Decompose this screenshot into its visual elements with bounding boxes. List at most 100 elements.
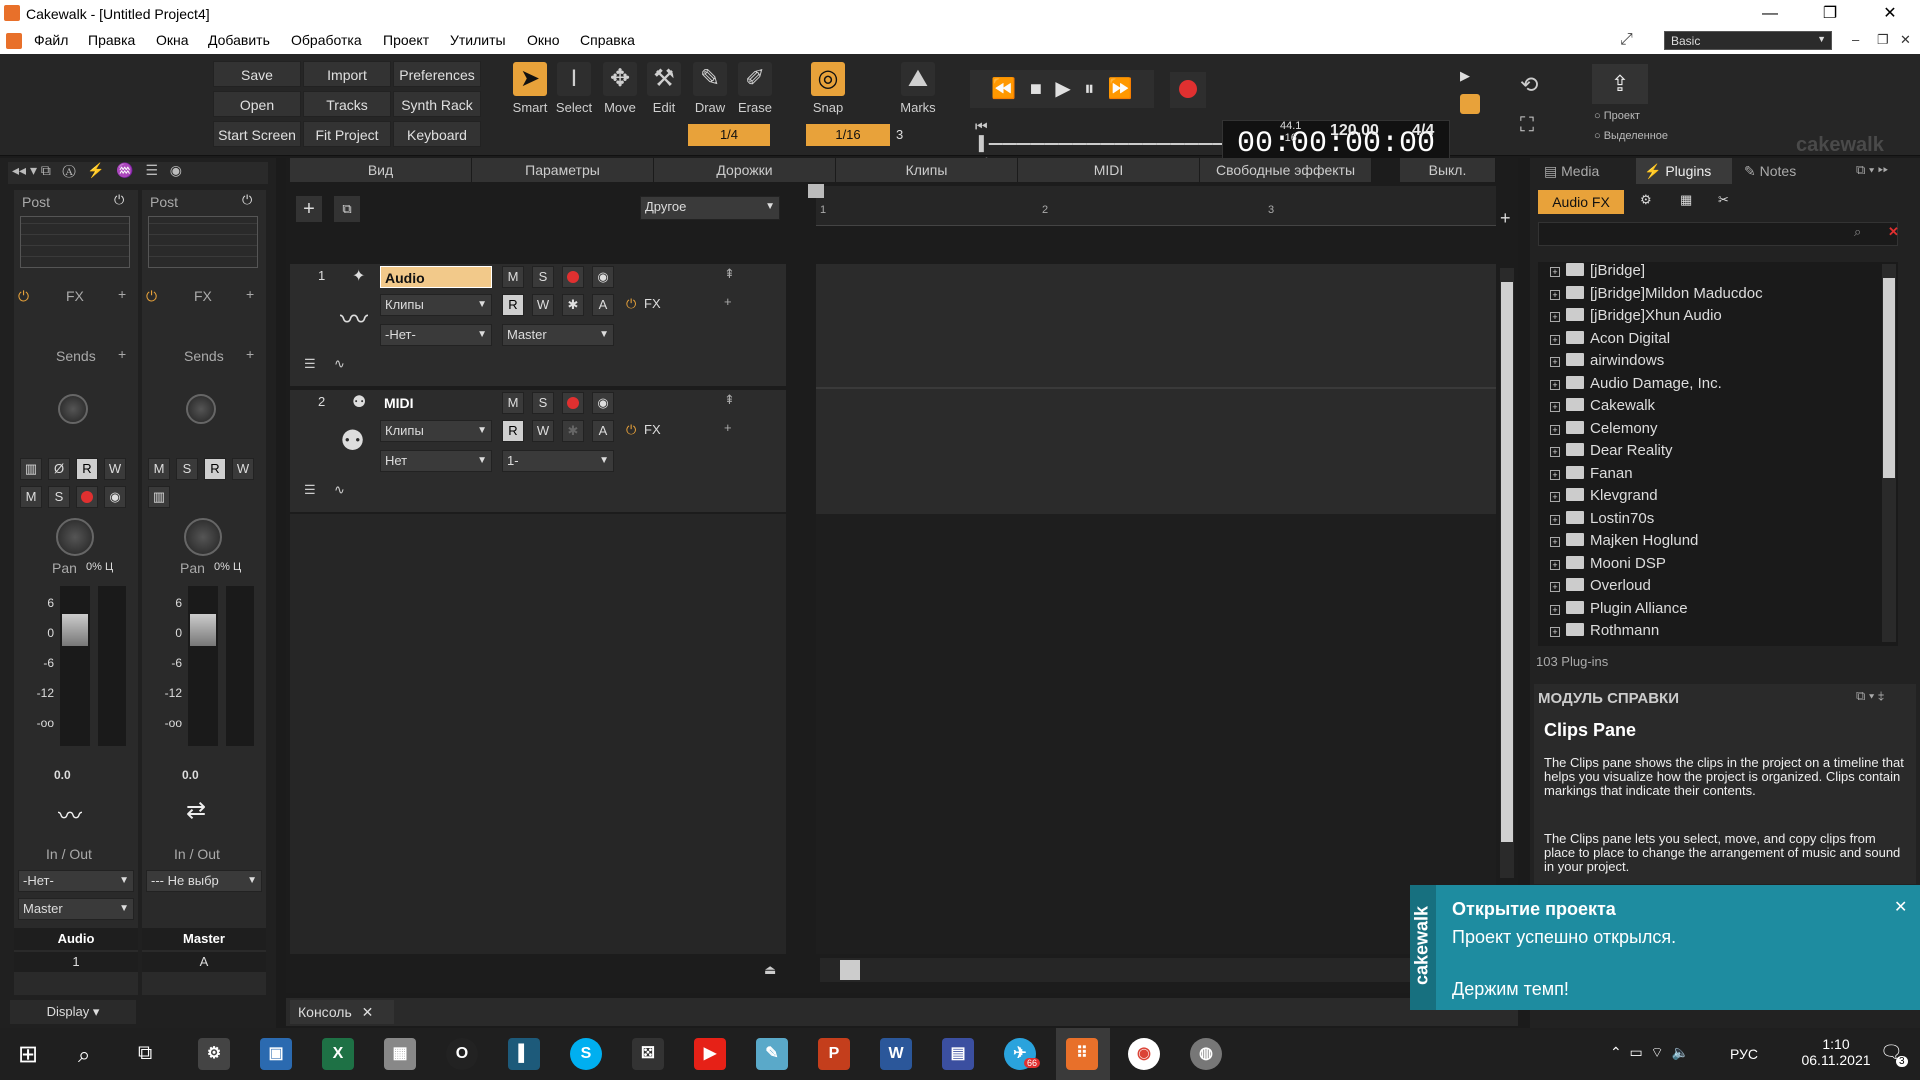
send-level-knob[interactable] — [58, 394, 88, 424]
selection-project[interactable]: ○ Проект — [1594, 110, 1640, 122]
app-calendar-icon[interactable]: ⚄ — [632, 1038, 664, 1070]
plugin-folder[interactable]: + Klevgrand — [1550, 487, 1658, 509]
tracks-button[interactable]: Tracks — [303, 91, 391, 117]
input-echo-icon[interactable]: ◉ — [104, 486, 126, 508]
settings-icon[interactable]: ⚙ — [198, 1038, 230, 1070]
expand-icon[interactable]: + — [1550, 312, 1560, 322]
cakewalk-taskbar-icon[interactable]: ⠿ — [1066, 1038, 1098, 1070]
plugin-folder[interactable]: + Rothmann — [1550, 622, 1659, 644]
snap-value[interactable]: 1/16 — [806, 124, 890, 146]
plugin-manager-icon[interactable]: ⚙ — [1640, 192, 1652, 208]
fx-power-icon[interactable]: ⏻ — [18, 288, 29, 305]
plugin-folder[interactable]: + Audio Damage, Inc. — [1550, 375, 1722, 397]
expand-icon[interactable]: + — [1550, 582, 1560, 592]
input-echo-icon[interactable]: ◉ — [592, 392, 614, 414]
send-level-knob[interactable] — [186, 394, 216, 424]
collapse-icon[interactable]: ⇞ — [724, 392, 735, 408]
input-select[interactable]: -Нет- — [18, 870, 134, 892]
task-view-icon[interactable]: ⧉ — [138, 1042, 152, 1065]
plugin-scrollbar[interactable] — [1882, 264, 1896, 642]
lanes-icon[interactable]: ☰ — [304, 482, 316, 498]
expand-icon[interactable]: + — [1550, 604, 1560, 615]
scroll-thumb[interactable] — [1501, 282, 1513, 842]
export-icon[interactable]: ⇪ — [1592, 64, 1648, 104]
panel-options-icon[interactable]: ⧉ ▾ ▸▸ — [1856, 162, 1888, 178]
expand-icon[interactable]: + — [1550, 289, 1560, 300]
expand-icon[interactable]: + — [1550, 334, 1560, 345]
plugin-folder[interactable]: + [jBridge]Mildon Maducdoc — [1550, 285, 1763, 307]
meter-icon[interactable]: ▥ — [20, 458, 42, 480]
track-midi[interactable]: 2 ⚉ MIDI M S ◉ ⇞ ⚉ Клипы R W ✱ A ⏻ FX + … — [290, 390, 786, 512]
power-icon[interactable]: ⏻ — [114, 192, 124, 208]
menu-process[interactable]: Обработка — [291, 32, 362, 48]
plugin-folder[interactable]: + Celemony — [1550, 420, 1658, 442]
menu-view[interactable]: Вид — [290, 158, 472, 182]
mute-button[interactable]: M — [20, 486, 42, 508]
volume-fader[interactable] — [188, 586, 218, 746]
excel-icon[interactable]: X — [322, 1038, 354, 1070]
menu-free-fx[interactable]: Свободные эффекты — [1200, 158, 1372, 182]
menu-help[interactable]: Справка — [580, 32, 635, 48]
plugin-search-input[interactable] — [1538, 222, 1898, 246]
freeze-icon[interactable]: ✱ — [562, 420, 584, 442]
archive-button[interactable]: A — [592, 420, 614, 442]
solo-button[interactable]: S — [176, 458, 198, 480]
menu-project[interactable]: Проект — [383, 32, 429, 48]
punch-icon[interactable]: ⛶ — [1520, 114, 1534, 137]
plugin-folder[interactable]: + [jBridge] — [1550, 262, 1645, 284]
snap-extra[interactable]: 3 — [896, 127, 903, 142]
sends-add-icon[interactable]: + — [118, 346, 126, 362]
automation-icon[interactable]: ∿ — [334, 356, 345, 372]
write-button[interactable]: W — [532, 294, 554, 316]
plugin-folder[interactable]: + Mooni DSP — [1550, 555, 1666, 577]
read-button[interactable]: R — [502, 294, 524, 316]
expand-icon[interactable]: + — [1550, 447, 1560, 457]
search-icon[interactable]: ⌕ — [1854, 224, 1861, 240]
menu-file[interactable]: Файл — [34, 32, 68, 48]
output-select[interactable]: 1- — [502, 450, 614, 472]
notes-app-icon[interactable]: ✎ — [756, 1038, 788, 1070]
record-arm-button[interactable] — [562, 392, 584, 414]
select-tool[interactable]: I Select — [552, 62, 596, 118]
opera-icon[interactable]: O — [446, 1038, 478, 1070]
menu-insert[interactable]: Добавить — [208, 32, 270, 48]
mute-button[interactable]: M — [502, 266, 524, 288]
language-indicator[interactable]: РУС — [1730, 1046, 1758, 1062]
mute-button[interactable]: M — [502, 392, 524, 414]
tool-resolution[interactable]: 1/4 — [688, 124, 770, 146]
explorer-icon[interactable]: ▣ — [260, 1038, 292, 1070]
solo-button[interactable]: S — [48, 486, 70, 508]
plugin-folder[interactable]: + Majken Hoglund — [1550, 532, 1698, 554]
move-tool[interactable]: ✥ Move — [598, 62, 642, 118]
fx-add-icon[interactable]: + — [118, 286, 126, 302]
expand-icon[interactable]: ⤢ — [1620, 31, 1633, 49]
meter-display[interactable]: 4/4 — [1412, 122, 1434, 140]
expand-icon[interactable]: + — [1550, 627, 1560, 637]
expand-icon[interactable]: + — [1550, 492, 1560, 502]
menu-edit[interactable]: Правка — [88, 32, 135, 48]
freeze-icon[interactable]: ✱ — [562, 294, 584, 316]
eq-display[interactable] — [148, 216, 258, 268]
fx-add-icon[interactable]: + — [724, 294, 732, 309]
tab-plugins[interactable]: ⚡ Plugins — [1636, 158, 1732, 184]
save-app-icon[interactable]: ▤ — [942, 1038, 974, 1070]
clips-select[interactable]: Клипы — [380, 294, 492, 316]
read-button[interactable]: R — [204, 458, 226, 480]
app-round-icon[interactable]: ◍ — [1190, 1038, 1222, 1070]
plugin-folder[interactable]: + Lostin70s — [1550, 510, 1654, 532]
fit-project-button[interactable]: Fit Project — [303, 121, 391, 147]
plugin-folder[interactable]: + Fanan — [1550, 465, 1633, 487]
start-icon[interactable]: ⊞ — [18, 1040, 38, 1069]
menu-window[interactable]: Окно — [527, 32, 560, 48]
scroll-thumb[interactable] — [1883, 278, 1895, 478]
eq-display[interactable] — [20, 216, 130, 268]
smart-tool[interactable]: ➤ Smart — [508, 62, 552, 118]
workspace-select[interactable]: Basic ▼ — [1664, 31, 1832, 50]
expand-icon[interactable]: + — [1550, 514, 1560, 525]
mute-button[interactable]: M — [148, 458, 170, 480]
restore-button[interactable]: ❐ — [1800, 0, 1860, 28]
marks-button[interactable]: ⛰ Marks — [896, 62, 940, 118]
clips-empty-area[interactable] — [816, 514, 1496, 954]
menu-utilities[interactable]: Утилиты — [450, 32, 506, 48]
fx-power-icon[interactable]: ⏻ — [626, 422, 636, 438]
